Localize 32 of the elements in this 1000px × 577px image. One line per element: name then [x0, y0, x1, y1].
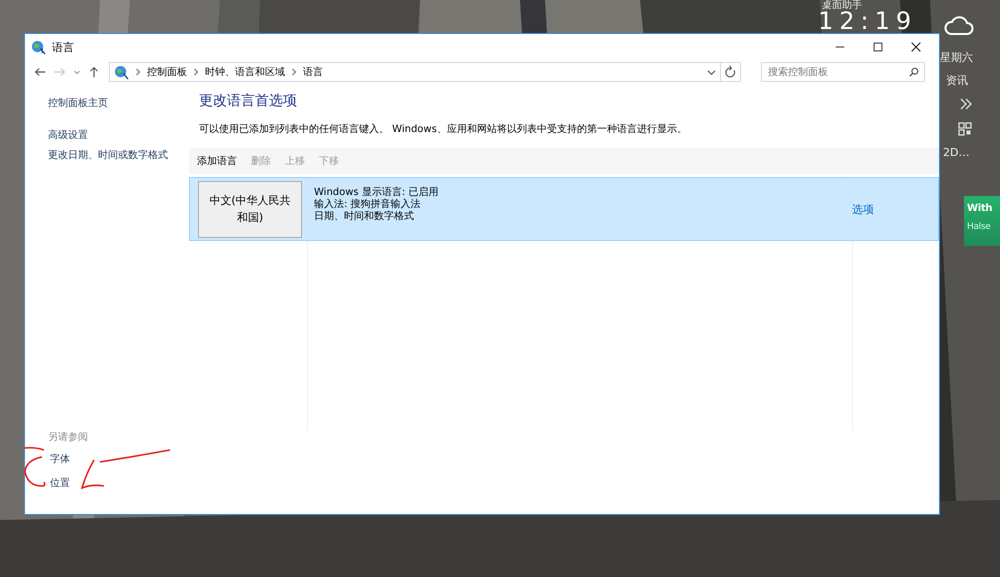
- globe-icon: [31, 40, 46, 54]
- page-heading: 更改语言首选项: [199, 92, 298, 110]
- widget-item[interactable]: 2D…: [943, 146, 970, 159]
- search-icon[interactable]: [909, 67, 919, 77]
- language-detail: 日期、时间和数字格式: [314, 211, 415, 223]
- sidebar-link[interactable]: 高级设置: [48, 128, 187, 142]
- window-title: 语言: [52, 40, 74, 54]
- widget-title: 桌面助手: [822, 0, 862, 11]
- back-arrow-icon[interactable]: [33, 65, 47, 79]
- search-field[interactable]: 搜索控制面板: [761, 62, 925, 82]
- options-link[interactable]: 选项: [852, 202, 874, 216]
- description-text: 可以使用已添加到列表中的任何语言键入。 Windows、应用和网站将以列表中受支持的第一种语言进行显示。: [199, 122, 688, 136]
- sidebar-link[interactable]: 控制面板主页: [48, 96, 187, 110]
- chevron-icon[interactable]: [959, 98, 973, 110]
- sidebar-link[interactable]: 字体: [48, 452, 187, 466]
- news-link[interactable]: 资讯: [946, 73, 968, 88]
- circle-mark: [23, 446, 46, 487]
- weekday-label: 星期六: [940, 50, 973, 65]
- refresh-icon[interactable]: [721, 62, 741, 82]
- toolbar-button[interactable]: 添加语言: [195, 152, 239, 170]
- up-arrow-icon[interactable]: [87, 65, 101, 79]
- language-button[interactable]: 中文(中华人民共和国): [198, 180, 302, 238]
- qr-code-icon[interactable]: [958, 122, 972, 136]
- see-also-heading: 另请参阅: [48, 430, 89, 444]
- clock-time: 12:19: [818, 11, 918, 31]
- sidebar-link[interactable]: 更改日期、时间或数字格式: [48, 148, 187, 162]
- language-row[interactable]: 中文(中华人民共和国) Windows 显示语言: 已启用 输入法: 搜狗拼音输入法 日期、时间和数字格式 选项: [189, 177, 939, 241]
- language-detail: 输入法: 搜狗拼音输入法: [314, 199, 422, 210]
- cloud-icon: [944, 14, 974, 36]
- language-detail: Windows 显示语言: 已启用: [314, 187, 440, 198]
- sidebar-link[interactable]: 位置: [48, 476, 187, 490]
- address-bar[interactable]: 控制面板 时钟、语言和区域 语言: [109, 62, 721, 82]
